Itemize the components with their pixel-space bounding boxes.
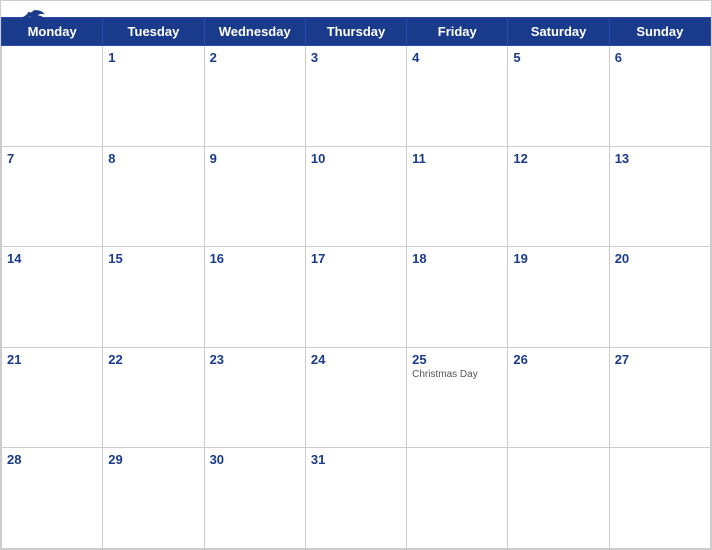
calendar-cell: 28 xyxy=(2,448,103,549)
day-number: 25 xyxy=(412,352,502,367)
calendar-cell: 16 xyxy=(204,247,305,348)
day-number: 6 xyxy=(615,50,705,65)
day-number: 7 xyxy=(7,151,97,166)
day-number: 30 xyxy=(210,452,300,467)
week-row-4: 28 29 30 31 xyxy=(2,448,711,549)
calendar-cell: 3 xyxy=(305,46,406,147)
day-number: 4 xyxy=(412,50,502,65)
day-number: 18 xyxy=(412,251,502,266)
day-number: 13 xyxy=(615,151,705,166)
calendar-cell: 8 xyxy=(103,146,204,247)
week-row-1: 789 10 11 12 13 xyxy=(2,146,711,247)
day-number: 24 xyxy=(311,352,401,367)
day-number: 22 xyxy=(108,352,198,367)
weekday-header-sunday: Sunday xyxy=(609,18,710,46)
day-number: 16 xyxy=(210,251,300,266)
calendar-cell: 25 Christmas Day xyxy=(407,347,508,448)
calendar-cell xyxy=(407,448,508,549)
day-number: 20 xyxy=(615,251,705,266)
day-number: 14 xyxy=(7,251,97,266)
calendar-cell xyxy=(609,448,710,549)
day-number: 8 xyxy=(108,151,198,166)
calendar-cell: 9 xyxy=(204,146,305,247)
calendar-cell: 26 xyxy=(508,347,609,448)
day-number: 29 xyxy=(108,452,198,467)
day-number: 5 xyxy=(513,50,603,65)
calendar-cell: 14 xyxy=(2,247,103,348)
day-number: 11 xyxy=(412,151,502,166)
calendar-cell: 31 xyxy=(305,448,406,549)
weekday-header-row: MondayTuesdayWednesdayThursdayFridaySatu… xyxy=(2,18,711,46)
calendar-cell: 22 xyxy=(103,347,204,448)
weekday-header-saturday: Saturday xyxy=(508,18,609,46)
logo-bird-icon xyxy=(19,9,47,29)
calendar-cell: 24 xyxy=(305,347,406,448)
calendar-cell: 23 xyxy=(204,347,305,448)
calendar-header xyxy=(1,1,711,17)
calendar-cell: 12 xyxy=(508,146,609,247)
weekday-header-tuesday: Tuesday xyxy=(103,18,204,46)
calendar-cell: 10 xyxy=(305,146,406,247)
day-number: 3 xyxy=(311,50,401,65)
holiday-label: Christmas Day xyxy=(412,369,502,381)
day-number: 2 xyxy=(210,50,300,65)
calendar-cell: 2 xyxy=(204,46,305,147)
day-number: 12 xyxy=(513,151,603,166)
calendar-cell: 30 xyxy=(204,448,305,549)
day-number: 26 xyxy=(513,352,603,367)
day-number: 19 xyxy=(513,251,603,266)
calendar-cell: 1 xyxy=(103,46,204,147)
calendar-cell: 11 xyxy=(407,146,508,247)
calendar-cell: 6 xyxy=(609,46,710,147)
calendar-cell xyxy=(508,448,609,549)
calendar-cell xyxy=(2,46,103,147)
day-number: 15 xyxy=(108,251,198,266)
calendar-page: MondayTuesdayWednesdayThursdayFridaySatu… xyxy=(0,0,712,550)
weekday-header-friday: Friday xyxy=(407,18,508,46)
calendar-cell: 18 xyxy=(407,247,508,348)
day-number: 27 xyxy=(615,352,705,367)
day-number: 21 xyxy=(7,352,97,367)
calendar-cell: 7 xyxy=(2,146,103,247)
calendar-cell: 13 xyxy=(609,146,710,247)
calendar-cell: 19 xyxy=(508,247,609,348)
calendar-cell: 15 xyxy=(103,247,204,348)
logo xyxy=(17,9,47,29)
day-number: 1 xyxy=(108,50,198,65)
calendar-cell: 17 xyxy=(305,247,406,348)
week-row-2: 14 15 16 17 18 19 20 xyxy=(2,247,711,348)
day-number: 28 xyxy=(7,452,97,467)
weekday-header-wednesday: Wednesday xyxy=(204,18,305,46)
calendar-table: MondayTuesdayWednesdayThursdayFridaySatu… xyxy=(1,17,711,549)
calendar-cell: 29 xyxy=(103,448,204,549)
calendar-cell: 27 xyxy=(609,347,710,448)
weekday-header-thursday: Thursday xyxy=(305,18,406,46)
day-number: 10 xyxy=(311,151,401,166)
day-number: 17 xyxy=(311,251,401,266)
week-row-0: 123456 xyxy=(2,46,711,147)
day-number: 9 xyxy=(210,151,300,166)
calendar-cell: 4 xyxy=(407,46,508,147)
calendar-cell: 5 xyxy=(508,46,609,147)
calendar-cell: 21 xyxy=(2,347,103,448)
week-row-3: 21 22 23 24 25 Christmas Day 26 27 xyxy=(2,347,711,448)
calendar-cell: 20 xyxy=(609,247,710,348)
day-number: 23 xyxy=(210,352,300,367)
day-number: 31 xyxy=(311,452,401,467)
